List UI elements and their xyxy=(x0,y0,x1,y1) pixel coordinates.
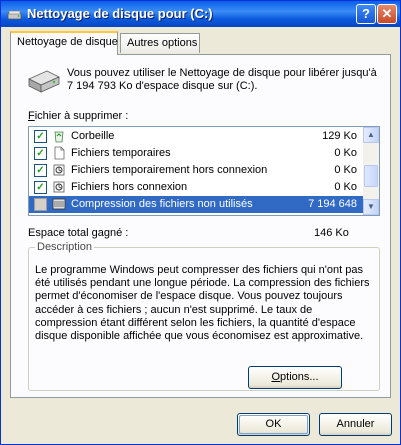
offline-files-icon xyxy=(53,181,65,193)
item-size: 7 194 648 xyxy=(308,198,357,210)
window-title: Nettoyage de disque pour (C:) xyxy=(27,6,213,21)
item-size: 0 Ko xyxy=(334,181,357,193)
list-item[interactable]: ✓ Corbeille 129 Ko xyxy=(29,128,363,145)
checkbox-temp-files[interactable]: ✓ xyxy=(34,147,47,160)
help-button[interactable]: ? xyxy=(356,4,376,24)
file-icon xyxy=(54,146,65,160)
item-size: 0 Ko xyxy=(334,164,357,176)
item-name: Corbeille xyxy=(71,130,115,142)
total-space-value: 146 Ko xyxy=(314,227,349,239)
options-accel: O xyxy=(271,371,281,383)
disk-cleanup-icon xyxy=(7,10,22,20)
intro-text: Vous pouvez utiliser le Nettoyage de dis… xyxy=(67,67,377,92)
title-bar[interactable]: Nettoyage de disque pour (C:) ? ✕ xyxy=(1,1,400,27)
recycle-bin-icon xyxy=(54,131,64,143)
list-item[interactable]: ✓ Fichiers temporairement hors connexion… xyxy=(29,162,363,179)
list-item[interactable]: ✓ Fichiers hors connexion 0 Ko xyxy=(29,179,363,196)
cancel-button[interactable]: Annuler xyxy=(319,413,392,436)
files-to-delete-label: Fichier à supprimer : xyxy=(28,110,128,122)
item-name: Fichiers temporairement hors connexion xyxy=(71,164,268,176)
description-text: Le programme Windows peut compresser des… xyxy=(35,264,370,343)
tab-panel: Vous pouvez utiliser le Nettoyage de dis… xyxy=(10,54,391,398)
item-name: Compression des fichiers non utilisés xyxy=(71,198,253,210)
options-label: ptions... xyxy=(280,371,319,383)
description-legend: Description xyxy=(35,241,95,253)
item-name: Fichiers hors connexion xyxy=(71,181,188,193)
scroll-thumb[interactable] xyxy=(364,165,378,187)
disk-cleanup-window: Nettoyage de disque pour (C:) ? ✕ Nettoy… xyxy=(0,0,401,445)
list-item[interactable]: ✓ Fichiers temporaires 0 Ko xyxy=(29,145,363,162)
options-button[interactable]: Options... xyxy=(248,366,342,389)
files-label-accel: F xyxy=(28,110,35,122)
list-item[interactable]: Compression des fichiers non utilisés 7 … xyxy=(29,196,363,213)
list-scrollbar[interactable]: ▲ ▼ xyxy=(363,127,379,215)
tab-more-options[interactable]: Autres options xyxy=(120,33,200,53)
hard-drive-icon xyxy=(28,70,60,93)
files-label-text: ichier à supprimer : xyxy=(34,110,129,122)
checkbox-recycle-bin[interactable]: ✓ xyxy=(34,130,47,143)
ok-label: OK xyxy=(239,415,308,434)
item-name: Fichiers temporaires xyxy=(71,147,171,159)
offline-files-icon xyxy=(53,164,65,176)
close-button[interactable]: ✕ xyxy=(377,4,397,24)
files-listbox[interactable]: ✓ Corbeille 129 Ko ✓ Fichiers temporaire… xyxy=(28,126,380,216)
tab-disk-cleanup[interactable]: Nettoyage de disque xyxy=(10,31,118,55)
scroll-up-button[interactable]: ▲ xyxy=(363,127,379,143)
compress-icon xyxy=(52,198,66,210)
total-space-label: Espace total gagné : xyxy=(28,227,129,239)
checkbox-offline-files[interactable]: ✓ xyxy=(34,181,47,194)
item-size: 129 Ko xyxy=(322,130,357,142)
item-size: 0 Ko xyxy=(334,147,357,159)
ok-button[interactable]: OK xyxy=(237,413,310,436)
scroll-down-button[interactable]: ▼ xyxy=(363,199,379,215)
checkbox-temp-offline-files[interactable]: ✓ xyxy=(34,164,47,177)
checkbox-compress-files[interactable] xyxy=(34,198,47,211)
